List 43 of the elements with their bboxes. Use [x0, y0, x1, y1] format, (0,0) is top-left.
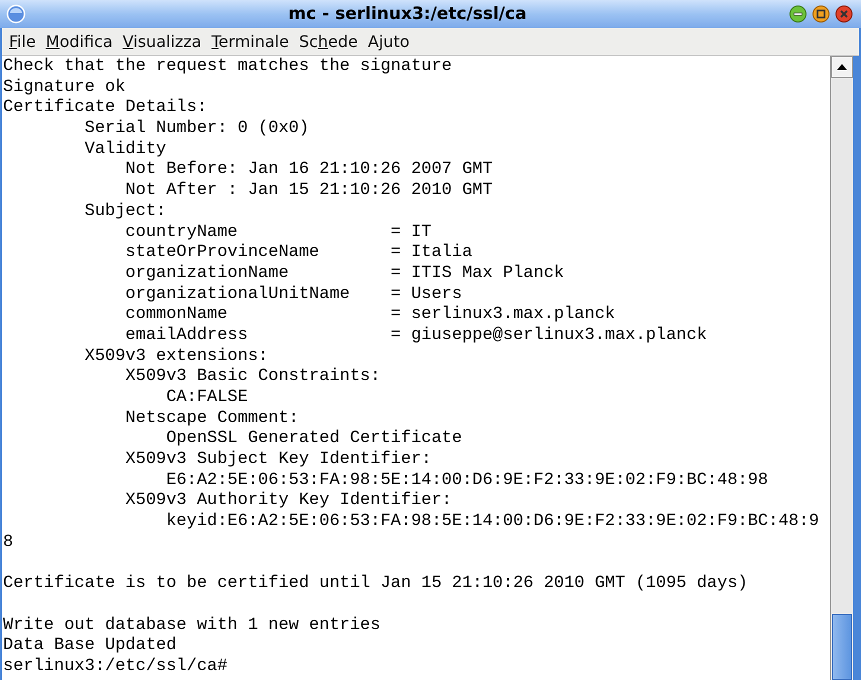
terminal-line: Write out database with 1 new entries	[3, 616, 380, 635]
terminal-line: Not Before: Jan 16 21:10:26 2007 GMT	[124, 160, 493, 180]
menu-item[interactable]: Terminale	[206, 30, 294, 53]
terminal-line: keyid:E6:A2:5E:06:53:FA:98:5E:14:00:D6:9E:F2:33:9E:02:F9:BC:48:9	[165, 512, 820, 532]
terminal-line: Certificate is to be certified until Jan 15 21:10:26 2010 GMT (1095 days)	[3, 574, 748, 594]
terminal-line: Signature ok	[3, 78, 126, 97]
terminal-line: Not After : Jan 15 21:10:26 2010 GMT	[124, 181, 493, 200]
terminal-line: CA:FALSE	[165, 388, 248, 407]
terminal-line: commonName = serlinux3.max.planck	[124, 305, 616, 324]
terminal-line: organizationalUnitName = Users	[124, 284, 462, 304]
terminal-line: countryName = IT	[124, 222, 432, 242]
menu-item[interactable]: Schede	[294, 30, 363, 53]
menu-item[interactable]: Visualizza	[118, 30, 206, 53]
terminal-line: X509v3 Subject Key Identifier:	[124, 450, 432, 470]
terminal-line: E6:A2:5E:06:53:FA:98:5E:14:00:D6:9E:F2:33:9E:02:F9:BC:48:98	[165, 470, 768, 490]
terminal-line: Data Base Updated	[3, 636, 176, 656]
scroll-thumb[interactable]	[832, 614, 852, 680]
terminal-line: Serial Number: 0 (0x0)	[84, 119, 310, 138]
terminal-line: organizationName = ITIS Max Planck	[124, 264, 564, 283]
terminal-line: stateOrProvinceName = Italia	[124, 243, 472, 262]
terminal-line: X509v3 Authority Key Identifier:	[124, 491, 452, 510]
menu-item[interactable]: File	[4, 30, 41, 53]
maximize-button[interactable]	[812, 5, 830, 23]
terminal-line: X509v3 Basic Constraints:	[124, 367, 380, 386]
scrollbar[interactable]	[830, 56, 853, 680]
menu-item[interactable]: Ajuto	[362, 30, 414, 53]
terminal-line: X509v3 extensions:	[84, 346, 268, 366]
terminal-line: Certificate Details:	[3, 98, 208, 118]
scroll-up-button[interactable]	[831, 56, 853, 78]
terminal-line: Validity	[84, 140, 166, 159]
terminal-line: serlinux3:/etc/ssl/ca#	[3, 656, 228, 676]
close-button[interactable]	[835, 5, 853, 23]
terminal-line: Check that the request matches the signature	[3, 57, 452, 76]
terminal-line: 8	[3, 532, 14, 552]
terminal-line: Netscape Comment:	[124, 408, 299, 428]
terminal-line: OpenSSL Generated Certificate	[165, 429, 462, 448]
terminal-line: Subject:	[84, 202, 166, 221]
menu-item[interactable]: Modifica	[40, 30, 118, 53]
window-title: mc - serlinux3:/etc/ssl/ca	[287, 4, 528, 24]
minimize-button[interactable]	[789, 5, 807, 23]
terminal-line: emailAddress = giuseppe@serlinux3.max.planck	[124, 326, 707, 345]
window-menu-icon[interactable]	[6, 4, 26, 24]
up-arrow-icon	[837, 64, 847, 70]
